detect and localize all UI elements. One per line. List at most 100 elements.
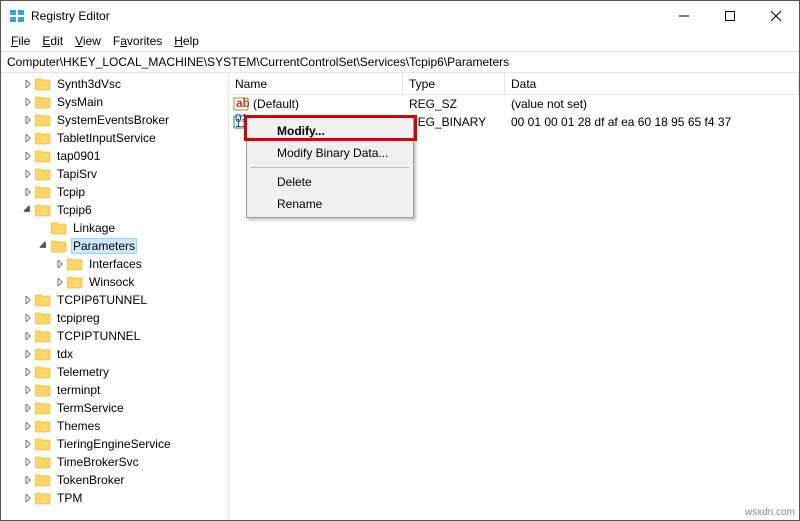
chevron-right-icon[interactable] <box>21 383 35 397</box>
chevron-right-icon[interactable] <box>21 329 35 343</box>
tree-item-label: Tcpip6 <box>55 202 94 218</box>
tree-item[interactable]: tap0901 <box>1 147 228 165</box>
context-rename[interactable]: Rename <box>249 193 411 215</box>
tree-item-label: SysMain <box>55 94 105 110</box>
tree-item-label: Telemetry <box>55 364 111 380</box>
chevron-right-icon[interactable] <box>21 419 35 433</box>
chevron-right-icon[interactable] <box>21 293 35 307</box>
context-separator <box>251 167 409 168</box>
tree-item[interactable]: SystemEventsBroker <box>1 111 228 129</box>
close-button[interactable] <box>753 1 799 31</box>
folder-icon <box>35 203 51 217</box>
folder-icon <box>35 77 51 91</box>
tree-item[interactable]: TCPIPTUNNEL <box>1 327 228 345</box>
tree-item[interactable]: Linkage <box>1 219 228 237</box>
chevron-right-icon[interactable] <box>21 131 35 145</box>
tree-item[interactable]: SysMain <box>1 93 228 111</box>
tree-item[interactable]: Synth3dVsc <box>1 75 228 93</box>
folder-icon <box>35 95 51 109</box>
column-name[interactable]: Name <box>229 73 403 94</box>
chevron-down-icon[interactable] <box>37 239 51 253</box>
tree-item-label: TCPIPTUNNEL <box>55 328 142 344</box>
tree-item-label: SystemEventsBroker <box>55 112 171 128</box>
window-buttons <box>661 1 799 31</box>
folder-icon <box>67 257 83 271</box>
chevron-right-icon[interactable] <box>21 149 35 163</box>
tree-item[interactable]: Interfaces <box>1 255 228 273</box>
tree-item[interactable]: terminpt <box>1 381 228 399</box>
tree-item[interactable]: TieringEngineService <box>1 435 228 453</box>
chevron-right-icon[interactable] <box>21 167 35 181</box>
folder-icon <box>35 347 51 361</box>
app-icon <box>9 8 25 24</box>
chevron-right-icon[interactable] <box>21 113 35 127</box>
folder-icon <box>35 113 51 127</box>
address-path: Computer\HKEY_LOCAL_MACHINE\SYSTEM\Curre… <box>7 55 509 69</box>
tree-item[interactable]: TermService <box>1 399 228 417</box>
tree-item-label: Interfaces <box>87 256 144 272</box>
chevron-right-icon[interactable] <box>21 491 35 505</box>
chevron-right-icon[interactable] <box>21 455 35 469</box>
folder-icon <box>51 221 67 235</box>
column-type[interactable]: Type <box>403 73 505 94</box>
menu-help[interactable]: Help <box>168 32 205 50</box>
chevron-right-icon[interactable] <box>21 77 35 91</box>
tree-item[interactable]: Themes <box>1 417 228 435</box>
tree-item[interactable]: tcpipreg <box>1 309 228 327</box>
tree-item[interactable]: Parameters <box>1 237 228 255</box>
tree-view[interactable]: Synth3dVscSysMain SystemEventsBrokerTable… <box>1 73 229 520</box>
minimize-button[interactable] <box>661 1 707 31</box>
title-bar[interactable]: Registry Editor <box>1 1 799 31</box>
tree-item[interactable]: tdx <box>1 345 228 363</box>
chevron-right-icon[interactable] <box>21 347 35 361</box>
chevron-down-icon[interactable] <box>21 203 35 217</box>
folder-icon <box>35 311 51 325</box>
folder-icon <box>35 491 51 505</box>
value-data: 00 01 00 01 28 df af ea 60 18 95 65 f4 3… <box>505 115 799 129</box>
window-title: Registry Editor <box>31 9 110 23</box>
tree-item[interactable]: TPM <box>1 489 228 507</box>
tree-item[interactable]: TabletInputService <box>1 129 228 147</box>
maximize-button[interactable] <box>707 1 753 31</box>
svg-text:ab: ab <box>236 96 249 110</box>
chevron-right-icon[interactable] <box>21 185 35 199</box>
chevron-right-icon[interactable] <box>21 311 35 325</box>
tree-item[interactable]: TCPIP6TUNNEL <box>1 291 228 309</box>
value-type: REG_SZ <box>403 97 505 111</box>
chevron-right-icon[interactable] <box>21 401 35 415</box>
folder-icon <box>35 419 51 433</box>
chevron-right-icon[interactable] <box>53 275 67 289</box>
tree-item-label: TPM <box>55 490 84 506</box>
context-delete[interactable]: Delete <box>249 171 411 193</box>
tree-item-label: tcpipreg <box>55 310 102 326</box>
address-bar[interactable]: Computer\HKEY_LOCAL_MACHINE\SYSTEM\Curre… <box>1 51 799 73</box>
folder-icon <box>35 437 51 451</box>
folder-icon <box>35 473 51 487</box>
tree-item-label: TermService <box>55 400 126 416</box>
tree-item[interactable]: Tcpip6 <box>1 201 228 219</box>
menu-view[interactable]: View <box>69 32 107 50</box>
context-modify[interactable]: Modify... <box>249 120 411 142</box>
chevron-right-icon[interactable] <box>53 257 67 271</box>
chevron-right-icon[interactable] <box>21 437 35 451</box>
menu-file[interactable]: File <box>5 32 36 50</box>
chevron-right-icon[interactable] <box>21 365 35 379</box>
column-data[interactable]: Data <box>505 73 799 94</box>
tree-item[interactable]: Telemetry <box>1 363 228 381</box>
tree-item-label: Parameters <box>71 238 137 254</box>
chevron-right-icon[interactable] <box>21 95 35 109</box>
tree-item[interactable]: Winsock <box>1 273 228 291</box>
list-row[interactable]: ab(Default)REG_SZ(value not set) <box>229 95 799 113</box>
string-value-icon: ab <box>233 96 249 112</box>
tree-item-label: terminpt <box>55 382 102 398</box>
chevron-right-icon[interactable] <box>21 473 35 487</box>
tree-item[interactable]: Tcpip <box>1 183 228 201</box>
menu-edit[interactable]: Edit <box>36 32 69 50</box>
tree-item-label: Themes <box>55 418 102 434</box>
tree-item[interactable]: TimeBrokerSvc <box>1 453 228 471</box>
menu-favorites[interactable]: Favorites <box>107 32 168 50</box>
context-modify-binary[interactable]: Modify Binary Data... <box>249 142 411 164</box>
tree-item-label: TCPIP6TUNNEL <box>55 292 149 308</box>
tree-item[interactable]: TokenBroker <box>1 471 228 489</box>
tree-item[interactable]: TapiSrv <box>1 165 228 183</box>
